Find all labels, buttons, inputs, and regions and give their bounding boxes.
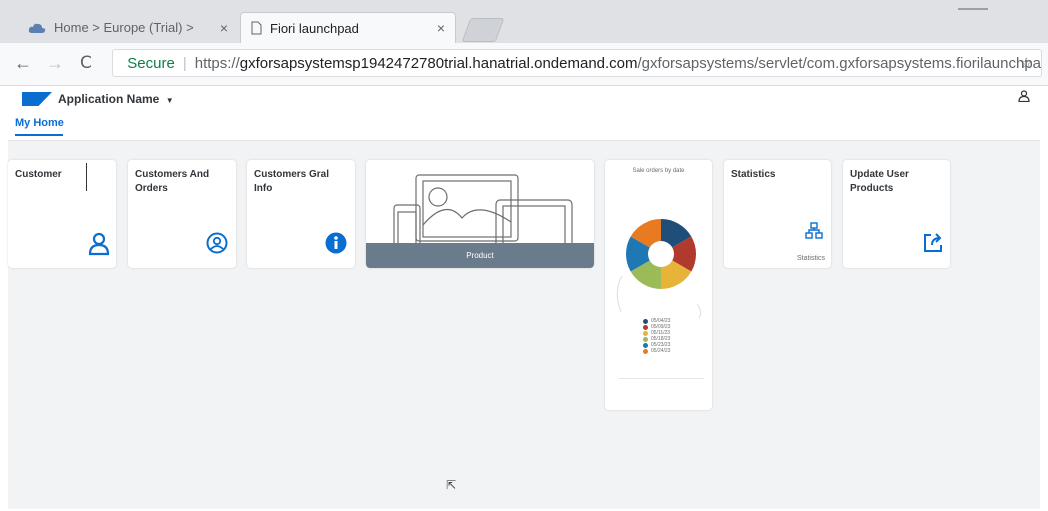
chart-title: Sale orders by date	[632, 168, 685, 174]
bookmark-star-icon[interactable]: ☆	[1020, 54, 1033, 72]
secure-label: Secure	[127, 54, 175, 72]
chevron-down-icon: ▼	[165, 96, 174, 105]
tile-subtitle: Statistics	[796, 255, 825, 262]
close-tab-icon[interactable]: ×	[437, 20, 445, 36]
browser-toolbar: ← → C Secure | https:// gxforsapsystemsp…	[0, 43, 1048, 86]
info-circle-icon	[325, 232, 347, 254]
url-scheme: https://	[194, 54, 240, 72]
launchpad-content: Customer Customers And Orders Customers …	[8, 141, 1040, 509]
mouse-pointer-icon: ⇱	[446, 478, 457, 492]
browser-tab-strip: Home > Europe (Trial) > × Fiori launchpa…	[0, 0, 1048, 44]
tile-title: Customer	[15, 169, 62, 180]
reload-icon[interactable]: C	[80, 53, 92, 73]
legend-swatch	[643, 336, 648, 342]
address-bar[interactable]: Secure | https:// gxforsapsystemsp194247…	[112, 49, 1042, 77]
legend-swatch	[643, 318, 648, 324]
url-path: /gxforsapsystems/servlet/com.gxforsapsys…	[637, 54, 1041, 72]
tile-title: Update User Products	[850, 169, 909, 194]
cloud-icon	[28, 23, 46, 33]
legend-swatch	[643, 348, 648, 354]
share-box-icon	[924, 233, 942, 252]
tile-statistics[interactable]: Statistics Statistics	[724, 160, 831, 268]
page-icon	[251, 21, 262, 35]
tile-product[interactable]: Product	[366, 160, 594, 268]
text-cursor	[86, 163, 87, 191]
tile-product-footer: Product	[366, 243, 594, 268]
devices-illustration-icon	[393, 174, 573, 243]
tab-home-europe[interactable]: Home > Europe (Trial) > ×	[18, 12, 238, 43]
tab-title: Home > Europe (Trial) >	[54, 20, 194, 35]
tile-title: Product	[466, 251, 494, 260]
tab-my-home[interactable]: My Home	[15, 117, 64, 129]
legend-divider	[619, 378, 704, 379]
minimize-icon[interactable]	[958, 8, 988, 10]
tile-update-user-products[interactable]: Update User Products	[843, 160, 950, 268]
tile-sale-orders-by-date[interactable]: Sale orders by date 05/04/23 05/09/23 05/1…	[605, 160, 712, 410]
chart-legend: 05/04/23 05/09/23 05/11/23 05/18/23 05/23/23…	[643, 318, 670, 354]
close-tab-icon[interactable]: ×	[220, 20, 228, 36]
tile-customer[interactable]: Customer	[8, 160, 116, 268]
tile-title: Statistics	[731, 169, 776, 180]
new-tab-button[interactable]	[461, 18, 505, 42]
fiori-shell-header: Application Name ▼ My Home	[8, 86, 1040, 141]
app-name-menu[interactable]: Application Name ▼	[58, 92, 174, 106]
tab-fiori-launchpad[interactable]: Fiori launchpad ×	[240, 12, 456, 43]
address-separator: |	[182, 54, 187, 72]
legend-swatch	[643, 342, 648, 348]
user-icon[interactable]	[1018, 90, 1030, 102]
sap-logo-icon	[22, 92, 52, 106]
legend-swatch	[643, 324, 648, 330]
app-name-label: Application Name	[58, 92, 160, 106]
account-circle-icon	[206, 232, 228, 254]
tile-customers-and-orders[interactable]: Customers And Orders	[128, 160, 236, 268]
user-outline-icon	[88, 232, 110, 256]
legend-label: 05/24/23	[651, 348, 671, 354]
legend-swatch	[643, 330, 648, 336]
tile-title: Customers And Orders	[135, 169, 210, 194]
legend-item: 05/24/23	[643, 348, 670, 354]
forward-arrow-icon[interactable]: →	[46, 53, 64, 74]
back-arrow-icon[interactable]: ←	[14, 53, 32, 74]
url-host: gxforsapsystemsp1942472780trial.hanatria…	[239, 54, 638, 72]
tab-title: Fiori launchpad	[270, 20, 359, 36]
tile-customers-gral-info[interactable]: Customers Gral Info	[247, 160, 355, 268]
org-chart-icon	[805, 222, 823, 239]
selected-tab-indicator	[15, 134, 63, 136]
tile-title: Customers Gral Info	[254, 169, 330, 194]
